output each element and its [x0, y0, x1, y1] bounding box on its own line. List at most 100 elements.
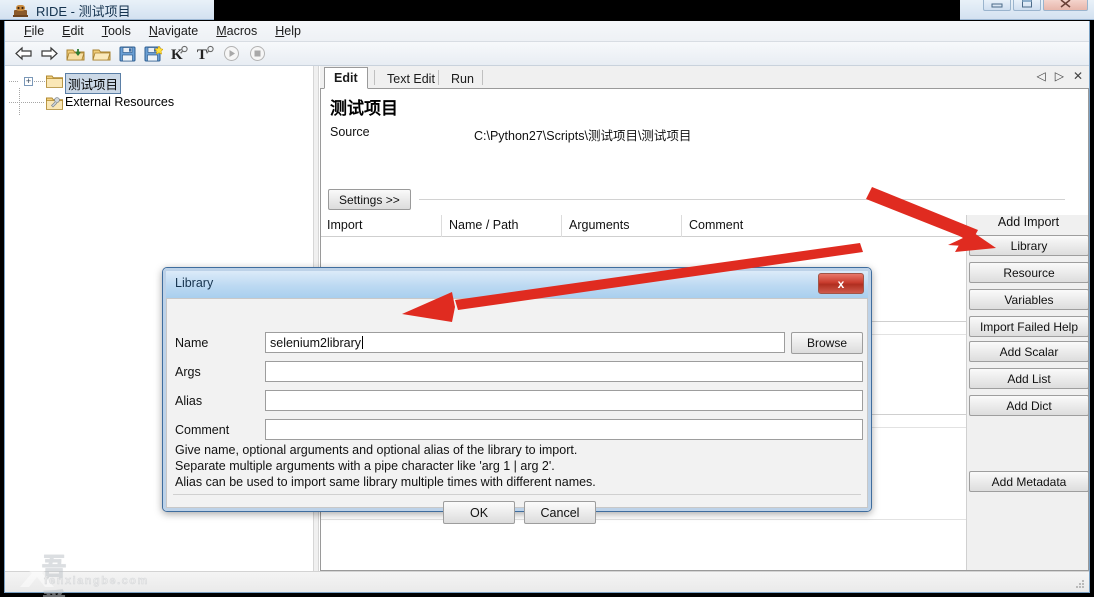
menu-label: dit: [70, 24, 84, 38]
ok-button[interactable]: OK: [443, 501, 515, 524]
tree-node-project[interactable]: 测试项目: [65, 73, 122, 94]
dialog-close-icon[interactable]: x: [818, 273, 864, 294]
browse-button[interactable]: Browse: [791, 332, 863, 354]
settings-toggle-button[interactable]: Settings >>: [328, 189, 411, 210]
menu-label: acros: [226, 24, 258, 38]
title-occlusion: [214, 0, 960, 20]
open-folder-icon[interactable]: [89, 43, 113, 65]
alias-input[interactable]: [265, 390, 863, 411]
import-failed-help-button[interactable]: Import Failed Help: [969, 316, 1088, 337]
window-controls: [983, 0, 1088, 11]
menu-item-navigate[interactable]: Navigate: [140, 22, 207, 40]
dialog-divider: [173, 494, 861, 495]
dialog-titlebar: Library x: [166, 271, 868, 298]
screen: RIDE - 测试项目 File Edit Tools Navigate Mac…: [0, 0, 1094, 597]
resize-grip-icon[interactable]: [1073, 577, 1086, 590]
menu-item-macros[interactable]: Macros: [207, 22, 266, 40]
tab-next-arrow-icon[interactable]: ▷: [1055, 70, 1064, 82]
window-title: RIDE - 测试项目: [36, 4, 131, 19]
column-header-arguments[interactable]: Arguments: [569, 218, 629, 232]
add-list-button[interactable]: Add List: [969, 368, 1088, 389]
menu-label: ile: [31, 24, 45, 38]
add-import-title: Add Import: [997, 215, 1060, 229]
tab-text-edit[interactable]: Text Edit: [378, 69, 444, 89]
comment-field-label: Comment: [175, 423, 230, 437]
tree-connector: [19, 102, 45, 103]
tab-controls: ◁ ▷ ✕: [1036, 70, 1083, 82]
svg-text:T: T: [197, 47, 207, 62]
menu-item-help[interactable]: Help: [266, 22, 310, 40]
maximize-icon[interactable]: [1013, 0, 1041, 11]
help-text-line-1: Give name, optional arguments and option…: [175, 443, 578, 457]
tree-connector: [34, 81, 45, 82]
menu-item-tools[interactable]: Tools: [93, 22, 140, 40]
open-project-folder-icon[interactable]: [63, 43, 87, 65]
add-dict-button[interactable]: Add Dict: [969, 395, 1088, 416]
column-header-import[interactable]: Import: [327, 218, 362, 232]
menu-mnemonic: M: [216, 24, 227, 38]
menu-item-edit[interactable]: Edit: [53, 22, 93, 40]
help-text-line-2: Separate multiple arguments with a pipe …: [175, 459, 555, 473]
back-arrow-icon[interactable]: [11, 43, 35, 65]
add-import-variables-button[interactable]: Variables: [969, 289, 1088, 310]
help-text-line-3: Alias can be used to import same library…: [175, 475, 596, 489]
menu-mnemonic: H: [275, 24, 285, 38]
source-label: Source: [330, 125, 370, 139]
cancel-button[interactable]: Cancel: [524, 501, 596, 524]
source-path: C:\Python27\Scripts\测试项目\测试项目: [474, 129, 692, 143]
menu-mnemonic: F: [24, 24, 32, 38]
search-keyword-icon[interactable]: K: [167, 43, 191, 65]
save-icon[interactable]: [115, 43, 139, 65]
menu-label: avigate: [157, 24, 199, 38]
column-header-comment[interactable]: Comment: [689, 218, 743, 232]
tree-node-external-resources[interactable]: External Resources: [65, 95, 174, 109]
close-icon[interactable]: [1043, 0, 1088, 11]
tree-expander-root[interactable]: +: [24, 77, 33, 86]
add-metadata-button[interactable]: Add Metadata: [969, 471, 1088, 492]
column-divider[interactable]: [441, 215, 442, 237]
library-dialog: Library x Name selenium2library Browse A…: [162, 267, 872, 524]
stop-icon[interactable]: [245, 43, 269, 65]
toolbar: K T: [5, 42, 1089, 66]
add-import-resource-button[interactable]: Resource: [969, 262, 1088, 283]
page-title: 测试项目: [330, 99, 398, 118]
dialog-title: Library: [175, 276, 214, 290]
imports-grid-header: Import Name / Path Arguments Comment: [321, 215, 966, 237]
menubar: File Edit Tools Navigate Macros Help: [5, 21, 1089, 42]
minimize-icon[interactable]: [983, 0, 1011, 11]
window-titlebar: RIDE - 测试项目: [0, 0, 1094, 20]
tab-edit[interactable]: Edit: [324, 67, 368, 89]
alias-field-label: Alias: [175, 394, 203, 408]
dialog-body: Name selenium2library Browse Args Alias …: [166, 298, 868, 524]
svg-text:K: K: [171, 47, 183, 62]
tab-prev-arrow-icon[interactable]: ◁: [1036, 70, 1045, 82]
tab-run[interactable]: Run: [442, 69, 483, 89]
add-import-panel: Add Import Library Resource Variables Im…: [966, 215, 1088, 570]
run-icon[interactable]: [219, 43, 243, 65]
tab-close-icon[interactable]: ✕: [1073, 70, 1083, 82]
name-input[interactable]: selenium2library: [265, 332, 785, 353]
add-scalar-button[interactable]: Add Scalar: [969, 341, 1088, 362]
menu-label: elp: [284, 24, 301, 38]
save-all-icon[interactable]: [141, 43, 165, 65]
add-import-library-button[interactable]: Library: [969, 235, 1088, 256]
settings-divider: [419, 199, 1065, 200]
resource-folder-icon: [46, 97, 63, 110]
text-caret: [362, 336, 364, 349]
menu-mnemonic: N: [148, 24, 158, 38]
menu-label: ools: [107, 24, 131, 38]
search-test-icon[interactable]: T: [193, 43, 217, 65]
tree-connector: [9, 81, 19, 82]
column-divider[interactable]: [561, 215, 562, 237]
folder-icon: [46, 75, 63, 88]
menu-item-file[interactable]: File: [15, 22, 53, 40]
args-input[interactable]: [265, 361, 863, 382]
name-input-value: selenium2library: [270, 335, 362, 350]
column-divider[interactable]: [681, 215, 682, 237]
editor-tabbar: Edit Text Edit Run ◁ ▷ ✕: [320, 66, 1089, 89]
ride-app-icon: [13, 5, 28, 17]
comment-input[interactable]: [265, 419, 863, 440]
forward-arrow-icon[interactable]: [37, 43, 61, 65]
tree-connector: [9, 102, 19, 103]
column-header-name-path[interactable]: Name / Path: [449, 218, 518, 232]
